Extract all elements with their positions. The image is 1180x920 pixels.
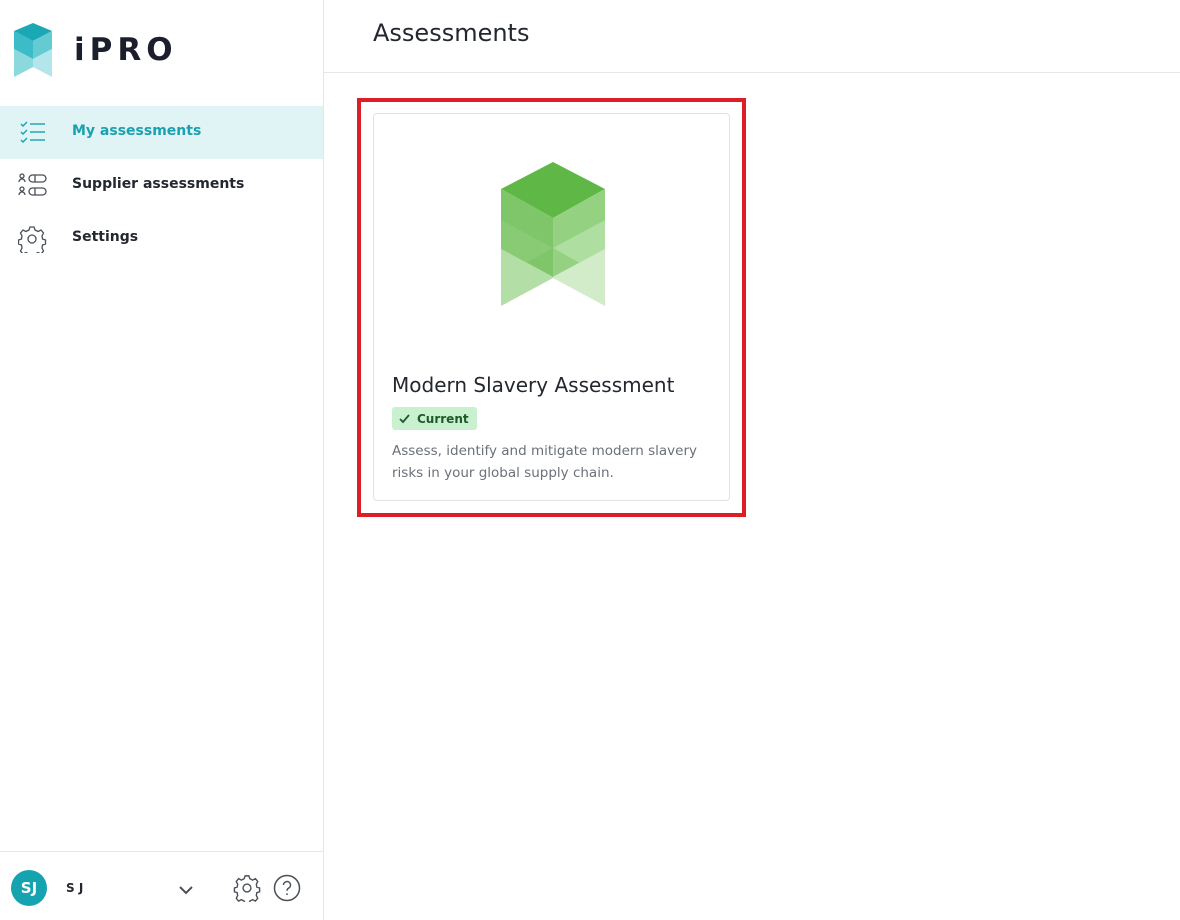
ipro-logo-icon [14,23,52,77]
sidebar: iPRO My assessments Supplier assessments… [0,0,324,920]
chevron-down-icon[interactable] [176,882,196,896]
user-name: S J [66,881,84,895]
card-title: Modern Slavery Assessment [392,373,675,397]
brand-logo[interactable]: iPRO [14,22,173,78]
supplier-list-icon [18,172,48,200]
page-title: Assessments [373,19,530,47]
app-window: iPRO My assessments Supplier assessments… [0,0,1180,920]
card-description: Assess, identify and mitigate modern sla… [392,443,697,481]
avatar[interactable]: SJ [11,870,47,906]
sidebar-item-settings[interactable]: Settings [0,212,323,265]
sidebar-item-label: My assessments [72,123,202,139]
assessment-card[interactable]: Modern Slavery Assessment Current Assess… [373,113,730,501]
badge-label: Current [417,411,469,426]
help-icon[interactable] [273,874,301,902]
check-icon [399,414,410,424]
sidebar-item-supplier-assessments[interactable]: Supplier assessments [0,159,323,212]
brand-name: iPRO [74,32,178,68]
gear-icon [17,225,48,258]
sidebar-item-my-assessments[interactable]: My assessments [0,106,323,159]
sidebar-item-label: Supplier assessments [72,176,245,192]
sidebar-item-label: Settings [72,229,139,245]
user-bar: SJ S J [0,851,323,920]
status-badge: Current [392,407,477,430]
sidebar-nav: My assessments Supplier assessments Sett… [0,106,323,265]
checklist-icon [18,119,48,147]
main-header: Assessments [324,0,1180,73]
assessment-logo-icon [501,162,605,306]
settings-gear-icon[interactable] [233,874,261,905]
